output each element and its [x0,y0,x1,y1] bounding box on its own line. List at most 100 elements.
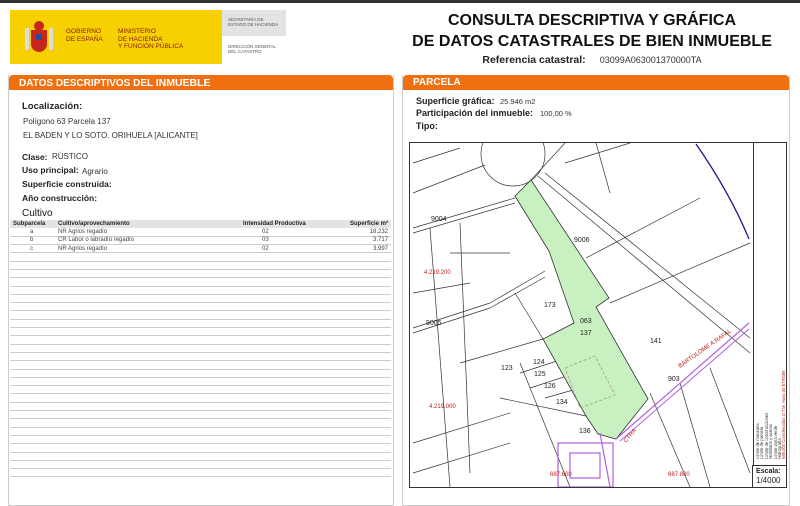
table-cell [10,468,55,478]
empty-row [10,269,391,279]
table-cell [330,352,391,362]
table-cell [330,435,391,445]
map-label-p134: 134 [556,399,568,406]
table-cell [330,443,391,453]
table-cell [10,261,55,271]
clase-value: RÚSTICO [52,152,88,161]
table-cell [10,277,55,287]
col-subparcela: Subparcela [10,220,55,228]
table-cell: c [10,244,55,254]
table-cell [55,377,240,387]
cadastral-map[interactable]: 9004 9006 9005 173 063 137 141 123 124 125 126 134 1… [409,142,787,488]
table-cell [55,269,240,279]
table-cell: 3.997 [330,244,391,254]
table-cell [55,460,240,470]
map-label-road2: BARTOLOME A RAFAL [678,328,734,370]
table-cell [330,302,391,312]
table-cell [240,327,330,337]
table-cell [55,452,240,461]
map-label-x2: 687.800 [668,472,690,478]
government-logo: GOBIERNO DE ESPAÑA MINISTERIO DE HACIENDA Y… [10,10,222,64]
tipo-label: Tipo: [416,121,438,131]
table-cell [240,294,330,304]
empty-row [10,302,391,312]
table-cell [55,319,240,329]
table-cell [330,385,391,395]
gov-name: GOBIERNO DE ESPAÑA [66,28,103,43]
table-cell: NR Agrios regadío [55,228,240,237]
empty-row [10,252,391,262]
table-cell [10,360,55,370]
table-cell [10,252,55,262]
table-cell: 02 [240,228,330,237]
map-label-p123: 123 [501,365,513,372]
map-label-p903: 903 [668,376,680,383]
empty-row [10,402,391,412]
table-cell [10,294,55,304]
empty-row [10,294,391,304]
table-cell [55,410,240,420]
table-cell [330,294,391,304]
table-cell [10,452,55,461]
table-cell [55,252,240,262]
empty-row [10,393,391,403]
descriptive-header: DATOS DESCRIPTIVOS DEL INMUEBLE [9,75,393,90]
table-cell [330,452,391,461]
empty-row [10,261,391,271]
table-cell [240,435,330,445]
table-cell [10,377,55,387]
participacion-label: Participación del inmueble: [416,108,534,118]
table-cell: 18.232 [330,228,391,237]
table-cell [330,377,391,387]
table-cell [330,319,391,329]
table-cell [55,468,240,478]
table-row: b CR Labor o labradío regadío 03 3.717 [10,236,391,246]
table-cell [330,335,391,345]
table-cell [240,460,330,470]
table-cell [10,310,55,320]
table-cell [240,310,330,320]
table-cell [330,252,391,262]
table-cell [240,468,330,478]
empty-row [10,286,391,295]
table-cell: CR Labor o labradío regadío [55,236,240,246]
table-cell [10,269,55,279]
empty-row [10,452,391,461]
cadastral-reference: Referencia catastral: 03099A063001370000T… [482,54,702,66]
table-cell [10,335,55,345]
map-label-p125: 125 [534,371,546,378]
table-cell [55,402,240,412]
empty-row [10,468,391,478]
map-label-y1: 4.219.200 [424,270,451,276]
table-cell: 3.717 [330,236,391,246]
table-cell [330,410,391,420]
coat-of-arms-icon [25,21,53,52]
table-cell [10,344,55,353]
ministry-name: MINISTERIO DE HACIENDA Y FUNCIÓN PÚBLICA [118,28,184,50]
empty-row [10,377,391,387]
sup-grafica-value: 25.946 m2 [500,97,536,106]
empty-row [10,369,391,378]
table-cell [240,377,330,387]
map-label-y2: 4.219.000 [429,404,456,410]
table-cell [330,277,391,287]
empty-row [10,385,391,395]
empty-row [10,418,391,428]
table-row: c NR Agrios regadío 02 3.997 [10,244,391,254]
empty-row [10,427,391,436]
table-cell [330,310,391,320]
table-cell [55,327,240,337]
map-label-p173: 173 [544,302,556,309]
empty-row [10,443,391,453]
map-label-p136: 136 [579,428,591,435]
map-label-p141: 141 [650,338,662,345]
table-cell [330,327,391,337]
table-cell [10,402,55,412]
table-cell [55,418,240,428]
table-cell [330,460,391,470]
table-cell [240,344,330,353]
empty-row [10,410,391,420]
uso-value: Agrario [82,167,108,176]
legend-item: 688.000 Coordenadas U.T.M. Huso 30 ETRS8… [781,370,787,459]
table-cell [55,277,240,287]
